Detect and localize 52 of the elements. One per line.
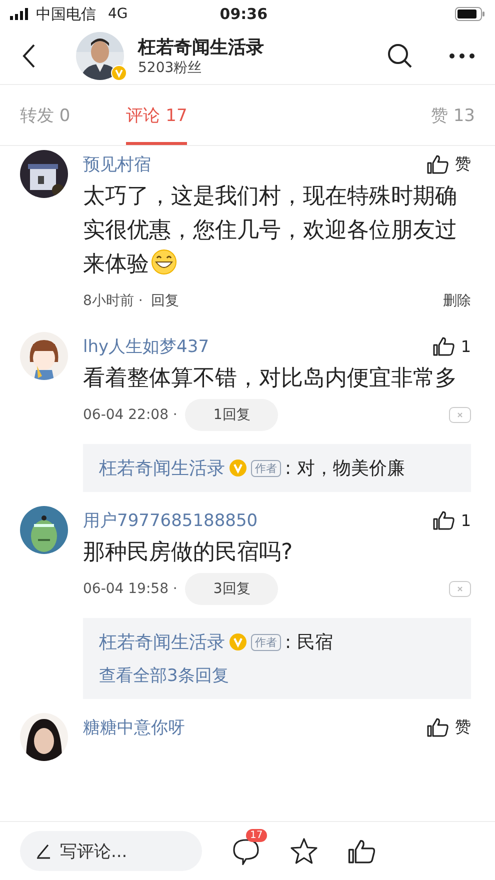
comment-time: 8小时前 · [83,292,143,310]
comment-bubble-icon[interactable] [232,837,260,865]
tab[interactable]: 赞 13 [430,85,475,145]
reply-text: : 对，物美价廉 [285,457,405,480]
carrier-name: 中国电信 [36,4,96,24]
follower-count: 5203粉丝 [138,59,203,77]
account-name: 枉若奇闻生活录 [138,36,265,59]
comment-text: 那种民房做的民宿吗? [83,539,294,567]
search-icon[interactable] [387,43,413,69]
commenter-name[interactable]: 糖糖中意你呀 [83,716,185,738]
tab[interactable]: 评论 17 [126,85,188,145]
like-count: 赞 [455,154,471,174]
pencil-icon [36,843,52,859]
thumbs-up-icon[interactable] [348,838,376,864]
star-icon[interactable] [290,837,318,865]
back-icon[interactable] [22,43,36,69]
battery-icon [455,7,485,21]
comment-count-badge: 17 [246,829,267,842]
like-count: 1 [460,336,471,356]
clock-time: 09:36 [220,5,269,23]
like-count: 赞 [455,716,471,738]
thumbs-up-icon[interactable] [427,154,449,174]
verified-badge-icon [229,459,247,477]
comment-time: 06-04 22:08 · [83,407,178,423]
input-placeholder: 写评论... [60,840,128,862]
verified-badge-icon [229,633,247,651]
author-tag: 作者 [251,460,281,476]
thumbs-up-icon[interactable] [427,717,449,737]
commenter-name[interactable]: 用户7977685188850 [83,508,258,532]
author-tag: 作者 [251,634,281,650]
comment-input-field[interactable]: 写评论... [20,831,202,871]
reply-count-button[interactable]: 1回复 [185,399,278,431]
comment-text: 太巧了，这是我们村，现在特殊时期确实很优惠，您住几号，欢迎各位朋友过来体验 [83,183,458,279]
reply-count-button[interactable]: 3回复 [185,573,278,605]
more-icon[interactable] [449,53,475,59]
comment-time: 06-04 19:58 · [83,581,178,597]
signal-icon [10,8,30,20]
grinning-emoji-icon [151,249,177,275]
thumbs-up-icon[interactable] [432,336,455,356]
delete-link[interactable]: 删除 [443,292,471,310]
commenter-name[interactable]: lhy人生如梦437 [83,334,210,358]
reply-author[interactable]: 枉若奇闻生活录 [99,456,225,480]
network-type: 4G [108,6,128,22]
view-all-replies-link[interactable]: 查看全部3条回复 [99,664,455,687]
commenter-name[interactable]: 预见村宿 [83,152,151,176]
reply-author[interactable]: 枉若奇闻生活录 [99,630,225,654]
tab[interactable]: 转发 0 [20,85,70,145]
reply-link[interactable]: 回复 [150,292,179,310]
like-count: 1 [460,510,471,530]
comment-text: 看着整体算不错，对比岛内便宜非常多 [83,365,458,393]
reply-text: : 民宿 [285,631,333,654]
thumbs-up-icon[interactable] [432,510,455,530]
